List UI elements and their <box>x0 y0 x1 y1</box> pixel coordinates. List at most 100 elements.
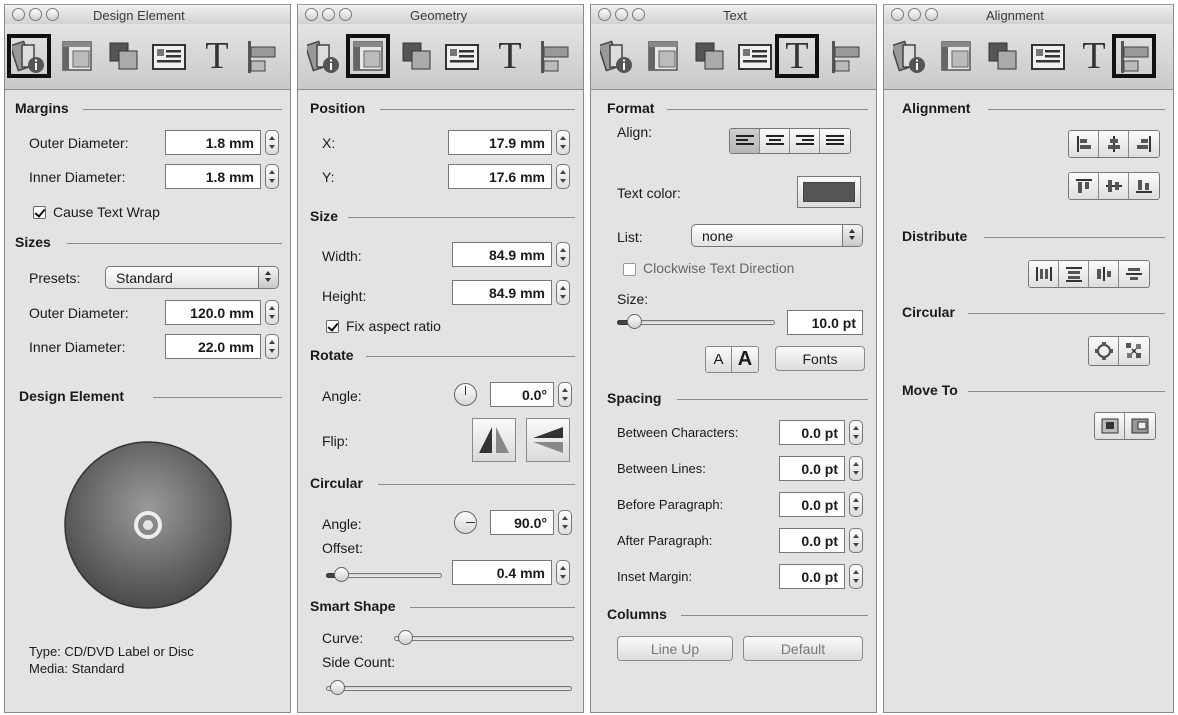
x-field[interactable]: 17.9 mm <box>448 130 552 155</box>
spacing-row-field[interactable]: 0.0 pt <box>779 564 845 589</box>
close-window-button[interactable] <box>598 8 611 21</box>
width-field[interactable]: 84.9 mm <box>452 242 552 267</box>
font-size-field[interactable]: 10.0 pt <box>787 310 863 335</box>
text-tab[interactable]: T <box>775 34 819 78</box>
minimize-window-button[interactable] <box>29 8 42 21</box>
spacing-row-stepper[interactable] <box>849 420 863 445</box>
spacing-row-stepper[interactable] <box>849 564 863 589</box>
design-element-tab[interactable] <box>595 34 639 78</box>
distribute-centers-v-button[interactable] <box>1119 261 1149 287</box>
zoom-window-button[interactable] <box>339 8 352 21</box>
offset-stepper[interactable] <box>556 560 570 585</box>
circular-scatter-button[interactable] <box>1119 337 1149 365</box>
circular-angle-dial[interactable] <box>454 511 477 534</box>
presets-select[interactable]: Standard <box>105 266 279 289</box>
fill-stroke-tab[interactable] <box>101 34 145 78</box>
align-center-button[interactable] <box>760 129 790 153</box>
spacing-row-stepper[interactable] <box>849 528 863 553</box>
spacing-row-field[interactable]: 0.0 pt <box>779 420 845 445</box>
minimize-window-button[interactable] <box>615 8 628 21</box>
image-tab[interactable] <box>1026 34 1070 78</box>
alignment-tab[interactable] <box>239 34 283 78</box>
geometry-tab[interactable] <box>346 34 390 78</box>
smaller-font-button[interactable]: A <box>706 347 732 372</box>
spacing-row-field[interactable]: 0.0 pt <box>779 492 845 517</box>
image-tab[interactable] <box>733 34 777 78</box>
geometry-tab[interactable] <box>934 34 978 78</box>
y-stepper[interactable] <box>556 164 570 189</box>
circular-arrange-button[interactable] <box>1089 337 1119 365</box>
side-count-slider-knob[interactable] <box>330 680 345 695</box>
fill-stroke-tab[interactable] <box>394 34 438 78</box>
align-centers-button[interactable] <box>1099 131 1129 157</box>
align-justify-button[interactable] <box>820 129 850 153</box>
text-tab[interactable]: T <box>195 34 239 78</box>
design-element-tab[interactable] <box>7 34 51 78</box>
size-outer-stepper[interactable] <box>265 300 279 325</box>
default-button[interactable]: Default <box>743 636 863 661</box>
minimize-window-button[interactable] <box>908 8 921 21</box>
close-window-button[interactable] <box>891 8 904 21</box>
size-inner-stepper[interactable] <box>265 334 279 359</box>
margin-inner-stepper[interactable] <box>265 164 279 189</box>
clockwise-direction-checkbox[interactable] <box>623 263 636 276</box>
spacing-row-stepper[interactable] <box>849 492 863 517</box>
fix-aspect-ratio-checkbox[interactable] <box>326 320 339 333</box>
rotate-angle-dial[interactable] <box>454 383 477 406</box>
alignment-tab[interactable] <box>532 34 576 78</box>
cause-text-wrap-checkbox[interactable] <box>33 206 46 219</box>
alignment-tab[interactable] <box>1112 34 1156 78</box>
align-middles-button[interactable] <box>1099 173 1129 199</box>
move-to-back-button[interactable] <box>1125 413 1155 439</box>
offset-slider[interactable] <box>326 567 442 582</box>
curve-slider-knob[interactable] <box>398 630 413 645</box>
design-element-tab[interactable] <box>888 34 932 78</box>
size-outer-field[interactable]: 120.0 mm <box>165 300 261 325</box>
align-right-edges-button[interactable] <box>1129 131 1159 157</box>
fonts-button[interactable]: Fonts <box>775 346 865 371</box>
margin-outer-stepper[interactable] <box>265 130 279 155</box>
size-inner-field[interactable]: 22.0 mm <box>165 334 261 359</box>
align-top-edges-button[interactable] <box>1069 173 1099 199</box>
zoom-window-button[interactable] <box>46 8 59 21</box>
zoom-window-button[interactable] <box>632 8 645 21</box>
list-select[interactable]: none <box>691 224 863 247</box>
text-tab[interactable]: T <box>1072 34 1116 78</box>
fill-stroke-tab[interactable] <box>980 34 1024 78</box>
circular-angle-stepper[interactable] <box>558 510 572 535</box>
design-element-tab[interactable] <box>302 34 346 78</box>
x-stepper[interactable] <box>556 130 570 155</box>
distribute-horizontal-button[interactable] <box>1029 261 1059 287</box>
spacing-row-field[interactable]: 0.0 pt <box>779 528 845 553</box>
distribute-centers-h-button[interactable] <box>1089 261 1119 287</box>
close-window-button[interactable] <box>305 8 318 21</box>
height-stepper[interactable] <box>556 280 570 305</box>
curve-slider[interactable] <box>394 630 574 645</box>
font-size-slider-knob[interactable] <box>627 314 642 329</box>
flip-vertical-button[interactable] <box>526 418 570 462</box>
offset-field[interactable]: 0.4 mm <box>452 560 552 585</box>
align-right-button[interactable] <box>790 129 820 153</box>
alignment-tab[interactable] <box>823 34 867 78</box>
minimize-window-button[interactable] <box>322 8 335 21</box>
close-window-button[interactable] <box>12 8 25 21</box>
line-up-button[interactable]: Line Up <box>617 636 733 661</box>
offset-slider-knob[interactable] <box>334 567 349 582</box>
geometry-tab[interactable] <box>55 34 99 78</box>
bigger-font-button[interactable]: A <box>732 347 758 372</box>
y-field[interactable]: 17.6 mm <box>448 164 552 189</box>
margin-inner-field[interactable]: 1.8 mm <box>165 164 261 189</box>
align-left-edges-button[interactable] <box>1069 131 1099 157</box>
align-left-button[interactable] <box>730 129 760 153</box>
rotate-angle-field[interactable]: 0.0° <box>490 382 554 407</box>
distribute-vertical-button[interactable] <box>1059 261 1089 287</box>
margin-outer-field[interactable]: 1.8 mm <box>165 130 261 155</box>
side-count-slider[interactable] <box>326 680 572 695</box>
spacing-row-field[interactable]: 0.0 pt <box>779 456 845 481</box>
flip-horizontal-button[interactable] <box>472 418 516 462</box>
height-field[interactable]: 84.9 mm <box>452 280 552 305</box>
rotate-angle-stepper[interactable] <box>558 382 572 407</box>
text-color-well[interactable] <box>797 176 861 208</box>
image-tab[interactable] <box>147 34 191 78</box>
align-bottom-edges-button[interactable] <box>1129 173 1159 199</box>
